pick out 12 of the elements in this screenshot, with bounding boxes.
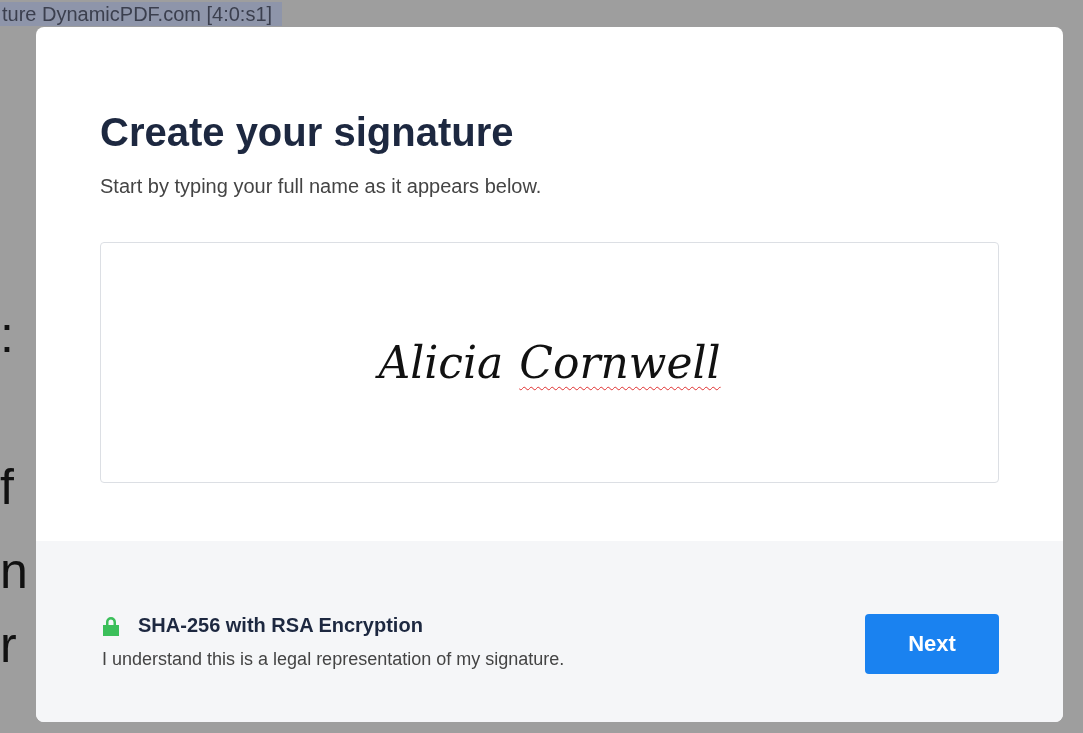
signature-field[interactable]: Alicia Cornwell bbox=[100, 242, 999, 483]
document-text: n bbox=[0, 542, 29, 601]
lock-icon bbox=[102, 615, 120, 636]
encryption-label: SHA-256 with RSA Encryption bbox=[138, 614, 423, 637]
legal-notice: I understand this is a legal representation of my signature. bbox=[102, 648, 566, 671]
dialog-subtitle: Start by typing your full name as it appears below. bbox=[100, 175, 543, 198]
document-text: r bbox=[0, 616, 18, 675]
next-button[interactable]: Next bbox=[865, 613, 999, 674]
document-text: : bbox=[0, 306, 15, 365]
document-text: f bbox=[0, 458, 15, 517]
document-header-text: ture DynamicPDF.com [4:0:s1] bbox=[0, 2, 283, 26]
dialog-title: Create your signature bbox=[100, 109, 515, 156]
